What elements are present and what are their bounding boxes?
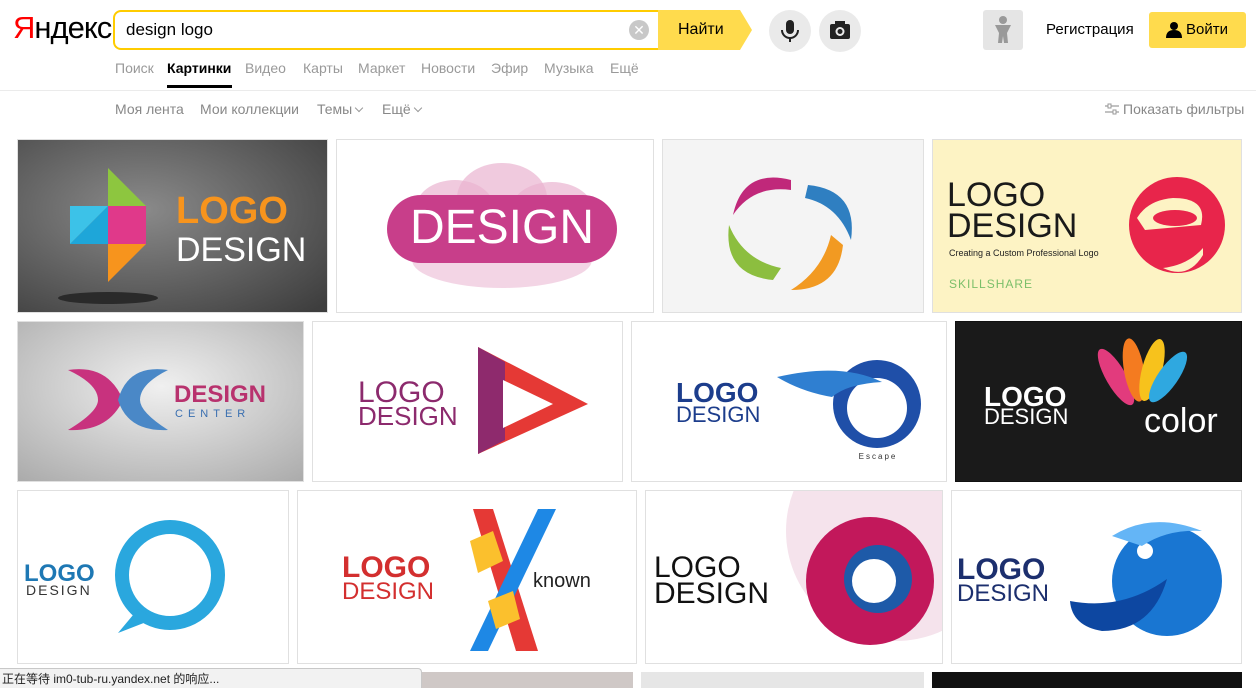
tile-text: Escape <box>859 452 898 461</box>
image-result[interactable]: LOGO DESIGN color <box>955 321 1242 482</box>
tab-video[interactable]: Видео <box>245 60 286 76</box>
my-feed-link[interactable]: Моя лента <box>115 101 184 117</box>
tile-text: DESIGN <box>410 201 594 254</box>
user-figure-icon <box>995 16 1011 43</box>
voice-search-button[interactable] <box>769 10 811 52</box>
image-result[interactable]: DESIGN CENTER <box>17 321 304 482</box>
camera-icon <box>830 21 850 39</box>
themes-dropdown[interactable]: Темы <box>317 101 364 117</box>
image-result[interactable]: LOGO DESIGN <box>951 490 1242 664</box>
user-icon <box>1166 22 1182 38</box>
tile-text: DESIGN <box>984 404 1068 429</box>
logo-thumbnail: LOGO DESIGN Escape <box>632 322 946 481</box>
tile-text: DESIGN <box>176 231 306 269</box>
microphone-icon <box>781 20 799 42</box>
yandex-logo[interactable]: Яндекс <box>13 10 112 46</box>
more-dropdown[interactable]: Ещё <box>382 101 422 117</box>
show-filters-button[interactable]: Показать фильтры <box>1105 101 1244 117</box>
image-result[interactable] <box>932 672 1242 688</box>
avatar[interactable] <box>983 10 1023 50</box>
login-button[interactable]: Войти <box>1149 12 1246 48</box>
tile-text: DESIGN <box>26 582 92 598</box>
logo-thumbnail: LOGO DESIGN <box>18 140 327 312</box>
tab-market[interactable]: Маркет <box>358 60 405 76</box>
tile-text: color <box>1144 402 1218 440</box>
tile-text: DESIGN <box>342 578 434 605</box>
logo-thumbnail: DESIGN CENTER <box>18 322 303 481</box>
tab-music[interactable]: Музыка <box>544 60 594 76</box>
image-result[interactable]: LOGO DESIGN <box>312 321 623 482</box>
logo-thumbnail <box>663 140 923 312</box>
image-result[interactable]: LOGO DESIGN <box>645 490 943 664</box>
image-result[interactable] <box>420 672 633 688</box>
my-collections-link[interactable]: Мои коллекции <box>200 101 299 117</box>
image-result[interactable]: LOGO DESIGN <box>17 490 289 664</box>
tab-search[interactable]: Поиск <box>115 60 154 76</box>
search-box: ✕ <box>113 10 659 50</box>
divider <box>0 90 1256 91</box>
image-search-button[interactable] <box>819 10 861 52</box>
logo-thumbnail: LOGO DESIGN <box>646 491 942 663</box>
image-result[interactable] <box>662 139 924 313</box>
tab-images[interactable]: Картинки <box>167 60 231 76</box>
image-result[interactable]: DESIGN <box>336 139 654 313</box>
logo-thumbnail: LOGO DESIGN known <box>298 491 636 663</box>
logo-thumbnail: LOGO DESIGN <box>952 491 1241 663</box>
themes-label: Темы <box>317 101 353 117</box>
logo-thumbnail: DESIGN <box>337 140 653 312</box>
login-label: Войти <box>1186 21 1228 38</box>
image-result[interactable]: LOGO DESIGN known <box>297 490 637 664</box>
tile-text: SKILLSHARE <box>949 277 1033 291</box>
image-result[interactable]: LOGO DESIGN Creating a Custom Profession… <box>932 139 1242 313</box>
tile-text: Creating a Custom Professional Logo <box>949 248 1099 258</box>
search-input[interactable] <box>126 20 616 40</box>
logo-thumbnail: LOGO DESIGN Creating a Custom Profession… <box>933 140 1241 312</box>
register-link[interactable]: Регистрация <box>1046 21 1134 38</box>
show-filters-label: Показать фильтры <box>1123 101 1245 117</box>
find-button[interactable]: Найти <box>658 10 752 50</box>
filter-sliders-icon <box>1105 103 1119 115</box>
image-result[interactable] <box>641 672 924 688</box>
tile-text: LOGO <box>176 190 288 232</box>
tile-text: DESIGN <box>174 381 266 408</box>
image-result[interactable]: LOGO DESIGN <box>17 139 328 313</box>
tab-maps[interactable]: Карты <box>303 60 343 76</box>
tile-text: DESIGN <box>654 577 769 610</box>
tab-news[interactable]: Новости <box>421 60 475 76</box>
browser-status-bar: 正在等待 im0-tub-ru.yandex.net 的响应... <box>0 668 422 688</box>
clear-search-button[interactable]: ✕ <box>629 20 649 40</box>
tile-text: DESIGN <box>358 401 458 431</box>
logo-thumbnail: LOGO DESIGN <box>313 322 622 481</box>
tile-text: DESIGN <box>947 207 1077 245</box>
logo-thumbnail: LOGO DESIGN color <box>956 322 1241 481</box>
image-result[interactable]: LOGO DESIGN Escape <box>631 321 947 482</box>
chevron-down-icon <box>413 103 422 113</box>
logo-thumbnail: LOGO DESIGN <box>18 491 288 663</box>
chevron-down-icon <box>355 103 364 113</box>
tab-more[interactable]: Ещё <box>610 60 639 76</box>
tile-text: CENTER <box>175 408 250 420</box>
more-label: Ещё <box>382 101 411 117</box>
active-tab-indicator <box>167 85 232 88</box>
tile-text: DESIGN <box>676 402 760 427</box>
tile-text: known <box>533 570 591 592</box>
tab-efir[interactable]: Эфир <box>491 60 528 76</box>
tile-text: DESIGN <box>957 580 1049 607</box>
